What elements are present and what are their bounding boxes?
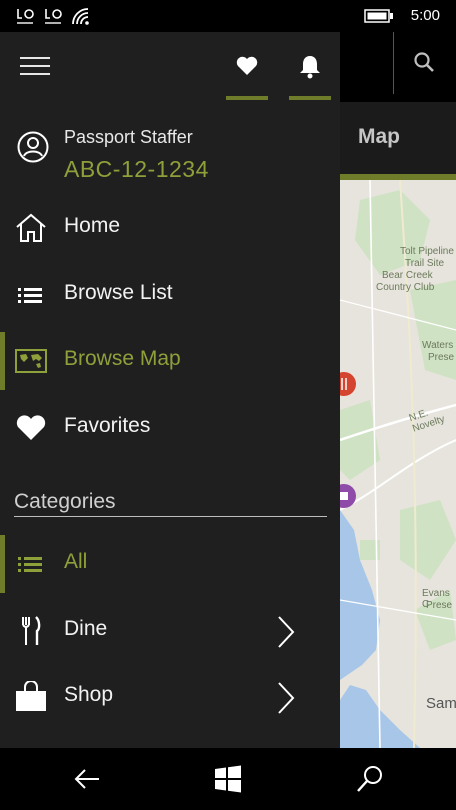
voicemail-icon	[42, 6, 64, 31]
wifi-icon	[70, 6, 92, 31]
status-time: 5:00	[410, 7, 440, 24]
categories-header: Categories	[14, 490, 116, 513]
favorites-button-underline	[226, 96, 268, 100]
category-item-all[interactable]: All	[0, 535, 340, 593]
map-label: Tolt Pipeline	[400, 246, 454, 257]
chevron-right-icon	[278, 682, 295, 714]
shopping-bag-icon	[16, 681, 46, 711]
favorites-button[interactable]	[226, 48, 268, 100]
windows-icon[interactable]	[213, 764, 243, 794]
missed-call-icon	[14, 6, 36, 31]
nav-item-label: Browse Map	[64, 347, 181, 370]
nav-item-label: Favorites	[64, 414, 151, 437]
heart-icon	[236, 56, 258, 75]
nav-item-label: Browse List	[64, 281, 173, 304]
profile-id: ABC-12-1234	[64, 156, 209, 182]
categories-divider	[14, 516, 327, 517]
map-label: Prese	[426, 600, 453, 611]
system-navigation-bar	[0, 748, 456, 810]
status-bar: 5:00	[0, 0, 456, 32]
search-icon[interactable]	[355, 764, 385, 794]
map-label: Bear Creek	[382, 270, 433, 281]
hamburger-icon[interactable]	[20, 57, 50, 77]
category-label: Shop	[64, 683, 114, 706]
map-label: Prese	[428, 352, 455, 363]
nav-item-home[interactable]: Home	[0, 199, 340, 257]
search-icon[interactable]	[413, 51, 435, 78]
battery-icon	[364, 9, 394, 28]
chevron-right-icon	[278, 616, 295, 648]
fork-knife-icon	[22, 616, 41, 645]
profile-name: Passport Staffer	[64, 127, 193, 147]
nav-item-label: Home	[64, 214, 121, 237]
category-item-shop[interactable]: Shop	[0, 668, 340, 726]
nav-item-favorites[interactable]: Favorites	[0, 399, 340, 457]
map-label: Country Club	[376, 282, 435, 293]
heart-icon	[16, 415, 46, 440]
home-icon	[16, 213, 46, 242]
map-label: Sam	[426, 695, 456, 712]
nav-item-browse-map[interactable]: Browse Map	[0, 332, 340, 390]
category-label: All	[64, 550, 88, 573]
world-map-icon	[15, 349, 47, 373]
bell-icon	[300, 56, 320, 79]
map-label: Waters	[422, 340, 454, 351]
list-icon	[18, 288, 42, 303]
back-arrow-icon[interactable]	[72, 764, 102, 794]
list-icon	[18, 557, 42, 572]
selection-indicator	[0, 332, 5, 390]
user-profile-icon[interactable]	[16, 130, 50, 169]
selection-indicator	[0, 535, 5, 593]
navigation-drawer: Passport Staffer ABC-12-1234 Home Browse…	[0, 32, 340, 748]
map-view[interactable]: Tolt Pipeline Trail Site Bear Creek Coun…	[340, 180, 456, 748]
category-label: Dine	[64, 617, 108, 640]
app-bar-divider	[393, 32, 394, 94]
tab-map[interactable]: Map	[358, 125, 400, 149]
nav-item-browse-list[interactable]: Browse List	[0, 266, 340, 324]
map-label: Trail Site	[405, 258, 445, 269]
notifications-button[interactable]	[289, 48, 331, 100]
category-item-dine[interactable]: Dine	[0, 602, 340, 660]
background-app-bar	[340, 32, 456, 102]
notifications-button-underline	[289, 96, 331, 100]
